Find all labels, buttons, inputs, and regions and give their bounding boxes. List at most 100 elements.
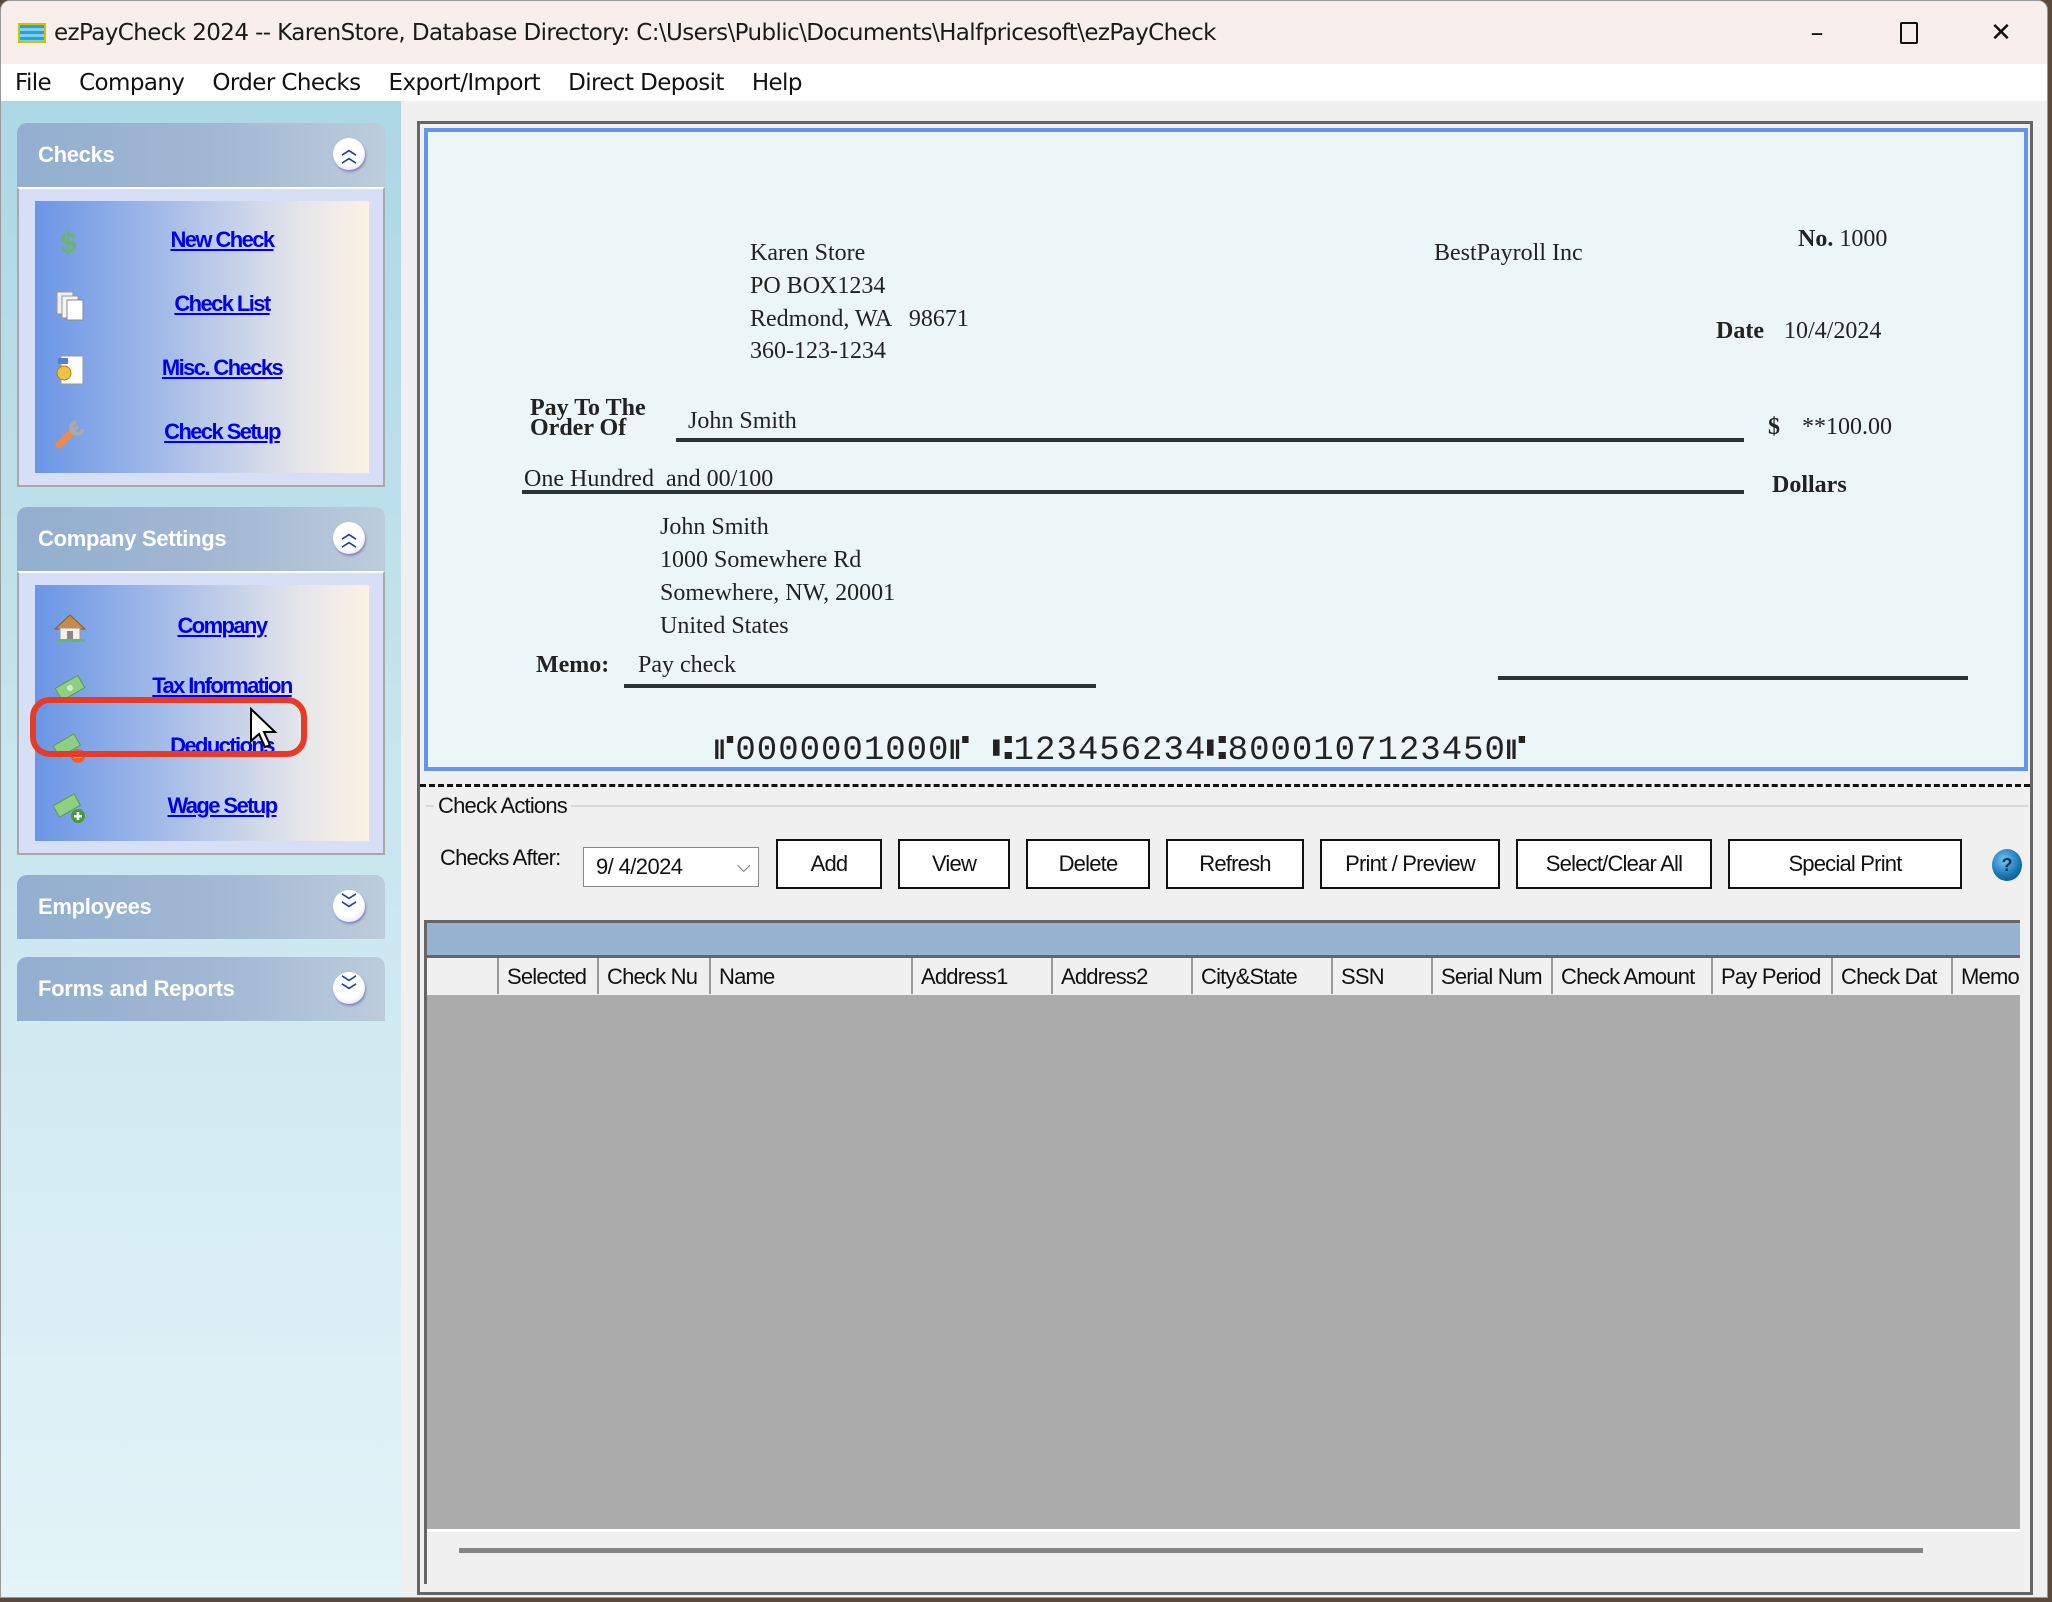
check-separator xyxy=(420,784,2030,787)
select-clear-all-button[interactable]: Select/Clear All xyxy=(1516,839,1712,889)
close-button[interactable]: ✕ xyxy=(1955,1,2047,64)
check-date: Date 10/4/2024 xyxy=(1716,318,1881,345)
column-header-address2[interactable]: Address2 xyxy=(1051,958,1191,994)
maximize-button[interactable] xyxy=(1863,1,1955,64)
panel-header-employees[interactable]: Employees ﹀ ﹀ xyxy=(17,875,385,939)
column-header-city-state[interactable]: City&State xyxy=(1191,958,1331,994)
check-number: No. 1000 xyxy=(1798,226,1887,253)
minimize-button[interactable]: – xyxy=(1771,1,1863,64)
menu-help[interactable]: Help xyxy=(738,70,816,96)
payee-address-line4: United States xyxy=(660,613,789,639)
panel-header-checks[interactable]: Checks ︿ ︿ xyxy=(17,123,385,187)
panel-header-company-settings[interactable]: Company Settings ︿ ︿ xyxy=(17,507,385,571)
collapse-up-icon[interactable]: ︿ ︿ xyxy=(333,138,365,170)
signature-line xyxy=(1498,676,1968,680)
date-label: Date xyxy=(1716,318,1764,344)
column-header-name[interactable]: Name xyxy=(709,958,911,994)
column-header-memo[interactable]: Memo xyxy=(1951,958,2023,994)
sidebar-item-misc-checks[interactable]: Misc. Checks xyxy=(35,349,369,389)
check-list-link[interactable]: Check List xyxy=(95,291,349,317)
sidebar-item-company[interactable]: Company xyxy=(35,607,369,647)
check-actions-label: Check Actions xyxy=(434,793,572,819)
sidebar-item-check-setup[interactable]: Check Setup xyxy=(35,413,369,453)
sidebar-item-new-check[interactable]: $ New Check xyxy=(35,221,369,261)
grid-group-band xyxy=(427,920,2020,958)
currency-symbol: $ xyxy=(1768,414,1780,440)
panel-header-forms-and-reports[interactable]: Forms and Reports ﹀ ﹀ xyxy=(17,957,385,1021)
memo-line xyxy=(624,684,1096,688)
payee-address-line2: 1000 Somewhere Rd xyxy=(660,547,862,573)
column-header-address1[interactable]: Address1 xyxy=(911,958,1051,994)
chevron-down-icon[interactable]: ⌵ xyxy=(737,856,751,877)
refresh-button[interactable]: Refresh xyxy=(1166,839,1304,889)
amount-words-line xyxy=(522,490,1744,494)
help-icon[interactable]: ? xyxy=(1992,849,2022,881)
maximize-icon xyxy=(1900,21,1918,44)
check-preview[interactable]: Karen Store PO BOX1234 Redmond, WA 98671… xyxy=(424,128,2028,771)
panel-title: Checks xyxy=(38,142,115,167)
micr-line: ⑈0000001000⑈ ⑆123456234⑆8000107123450⑈ xyxy=(714,732,1528,770)
bank-name: BestPayroll Inc xyxy=(1434,240,1583,266)
menu-export-import[interactable]: Export/Import xyxy=(375,70,555,96)
menu-direct-deposit[interactable]: Direct Deposit xyxy=(554,70,738,96)
panel-title: Company Settings xyxy=(38,526,227,551)
collapse-up-icon[interactable]: ︿ ︿ xyxy=(333,522,365,554)
amount-numeric: **100.00 xyxy=(1802,414,1892,440)
column-header-check-number[interactable]: Check Nu xyxy=(597,958,709,994)
column-header-pay-period[interactable]: Pay Period xyxy=(1711,958,1831,994)
delete-button[interactable]: Delete xyxy=(1026,839,1150,889)
special-print-button[interactable]: Special Print xyxy=(1728,839,1962,889)
app-window: ezPayCheck 2024 -- KarenStore, Database … xyxy=(0,0,2048,1598)
column-header-check-date[interactable]: Check Dat xyxy=(1831,958,1951,994)
checks-after-label: Checks After: xyxy=(440,845,561,870)
dollars-label: Dollars xyxy=(1772,472,1847,498)
title-bar: ezPayCheck 2024 -- KarenStore, Database … xyxy=(1,1,2047,64)
grid-footer xyxy=(427,1529,2020,1584)
column-header-check-amount[interactable]: Check Amount xyxy=(1551,958,1711,994)
mouse-cursor-icon xyxy=(250,707,278,749)
column-header-ssn[interactable]: SSN xyxy=(1331,958,1431,994)
view-button[interactable]: View xyxy=(898,839,1010,889)
date-value: 10/4/2024 xyxy=(1783,318,1882,344)
dollar-icon: $ xyxy=(53,225,87,259)
grid-header: Selected Check Nu Name Address1 Address2… xyxy=(427,958,2020,995)
expand-down-icon[interactable]: ﹀ ﹀ xyxy=(333,890,365,922)
horizontal-scrollbar[interactable] xyxy=(459,1548,1923,1553)
column-header-serial-num[interactable]: Serial Num xyxy=(1431,958,1551,994)
content-frame: Karen Store PO BOX1234 Redmond, WA 98671… xyxy=(417,121,2033,1595)
menu-file[interactable]: File xyxy=(1,70,65,96)
svg-text:$: $ xyxy=(60,227,77,259)
house-icon xyxy=(53,611,87,645)
checks-grid[interactable]: Selected Check Nu Name Address1 Address2… xyxy=(424,920,2020,1584)
sidebar-item-check-list[interactable]: Check List xyxy=(35,285,369,325)
app-icon xyxy=(18,22,46,43)
main-area: Karen Store PO BOX1234 Redmond, WA 98671… xyxy=(401,101,2047,1597)
panel-title: Employees xyxy=(38,894,152,919)
expand-down-icon[interactable]: ﹀ ﹀ xyxy=(333,972,365,1004)
sidebar: Checks ︿ ︿ $ New Check Check List Misc. … xyxy=(1,101,401,1597)
checks-after-date-picker[interactable]: 9/ 4/2024 ⌵ xyxy=(583,847,759,887)
sidebar-item-wage-setup[interactable]: Wage Setup xyxy=(35,787,369,827)
check-number-label: No. xyxy=(1798,226,1834,252)
wage-setup-link[interactable]: Wage Setup xyxy=(95,793,349,819)
menu-company[interactable]: Company xyxy=(65,70,198,96)
task-list: $ New Check Check List Misc. Checks Chec… xyxy=(35,201,369,473)
payee-address-line3: Somewhere, NW, 20001 xyxy=(660,580,896,606)
add-button[interactable]: Add xyxy=(776,839,882,889)
row-header-column xyxy=(427,958,497,994)
print-preview-button[interactable]: Print / Preview xyxy=(1320,839,1500,889)
amount-words: One Hundred and 00/100 xyxy=(524,466,774,492)
new-check-link[interactable]: New Check xyxy=(95,227,349,253)
tax-information-link[interactable]: Tax Information xyxy=(95,673,349,699)
company-address-line1: PO BOX1234 xyxy=(750,273,886,299)
column-header-selected[interactable]: Selected xyxy=(497,958,597,994)
check-setup-link[interactable]: Check Setup xyxy=(95,419,349,445)
misc-checks-link[interactable]: Misc. Checks xyxy=(95,355,349,381)
check-number-value: 1000 xyxy=(1839,226,1888,252)
company-address-line2: Redmond, WA 98671 xyxy=(750,306,969,332)
medal-document-icon xyxy=(53,353,87,387)
money-plus-icon xyxy=(53,791,87,825)
menu-order-checks[interactable]: Order Checks xyxy=(198,70,374,96)
pay-to-label-line2: Order Of xyxy=(530,415,627,441)
company-link[interactable]: Company xyxy=(95,613,349,639)
